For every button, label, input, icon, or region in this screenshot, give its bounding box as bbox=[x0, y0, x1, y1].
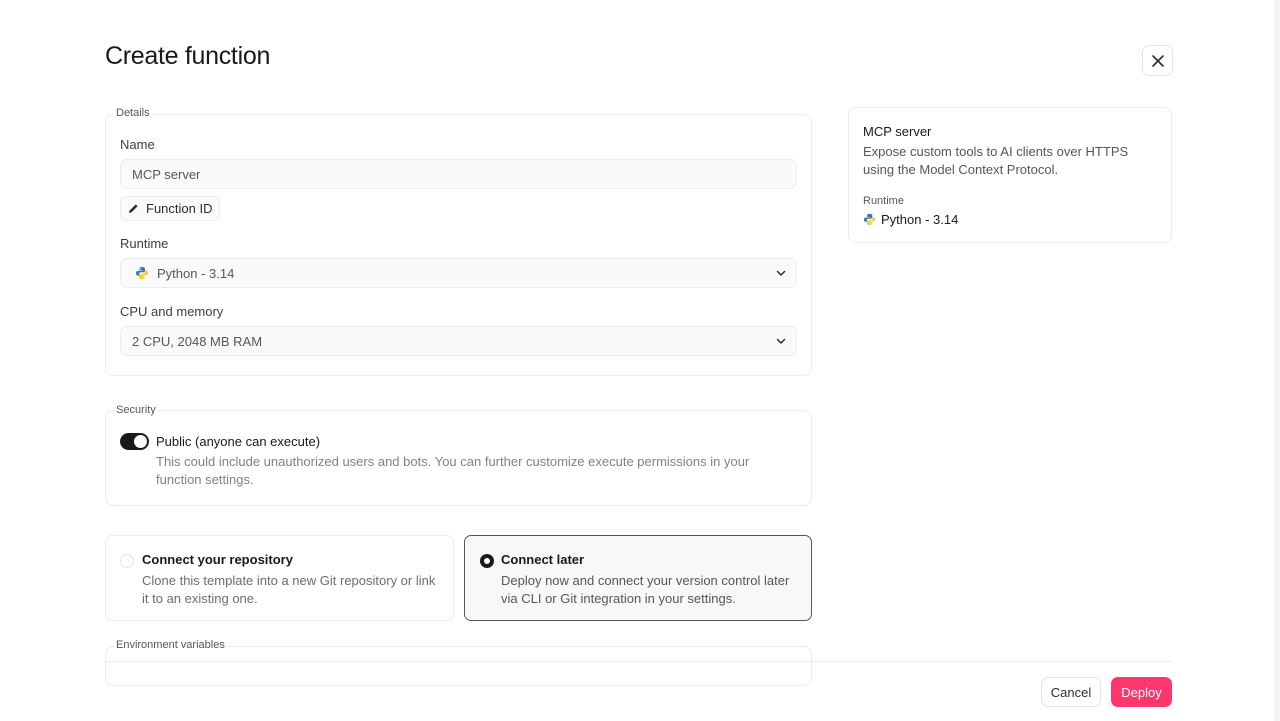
page-scrollbar[interactable] bbox=[1274, 0, 1280, 721]
summary-runtime-label: Runtime bbox=[863, 195, 904, 207]
runtime-value: Python - 3.14 bbox=[157, 265, 235, 281]
footer-divider bbox=[105, 661, 1172, 662]
public-label: Public (anyone can execute) bbox=[156, 434, 321, 449]
python-icon bbox=[136, 267, 148, 279]
function-id-label: Function ID bbox=[146, 201, 213, 216]
runtime-select[interactable]: Python - 3.14 bbox=[120, 258, 797, 288]
summary-description: Expose custom tools to AI clients over H… bbox=[863, 144, 1129, 177]
name-label: Name bbox=[120, 137, 155, 152]
name-input[interactable]: MCP server bbox=[120, 159, 797, 189]
cpu-label: CPU and memory bbox=[120, 304, 224, 319]
function-id-button[interactable]: Function ID bbox=[120, 196, 221, 221]
summary-runtime: Python - 3.14 bbox=[863, 212, 958, 227]
connect-repository-card[interactable]: Connect your repository Clone this templ… bbox=[105, 535, 454, 621]
security-legend: Security bbox=[114, 404, 158, 416]
close-icon bbox=[1151, 54, 1164, 67]
environment-variables-legend: Environment variables bbox=[114, 639, 227, 651]
public-description: This could include unauthorized users an… bbox=[156, 454, 750, 487]
deploy-button[interactable]: Deploy bbox=[1111, 677, 1172, 707]
details-legend: Details bbox=[114, 107, 152, 119]
summary-title: MCP server bbox=[863, 124, 932, 139]
cpu-select[interactable]: 2 CPU, 2048 MB RAM bbox=[120, 326, 797, 356]
pencil-icon bbox=[129, 204, 138, 213]
public-toggle[interactable] bbox=[120, 433, 149, 450]
connect-later-description: Deploy now and connect your version cont… bbox=[501, 573, 790, 606]
repository-title: Connect your repository bbox=[142, 552, 293, 567]
cancel-button[interactable]: Cancel bbox=[1041, 677, 1101, 707]
page-title: Create function bbox=[105, 42, 271, 70]
environment-variables-section bbox=[105, 646, 812, 686]
cpu-value: 2 CPU, 2048 MB RAM bbox=[132, 333, 263, 349]
toggle-knob bbox=[134, 435, 147, 448]
chevron-down-icon bbox=[776, 338, 786, 344]
connect-later-radio[interactable] bbox=[480, 554, 494, 568]
python-icon bbox=[863, 213, 876, 226]
template-summary-card: MCP server Expose custom tools to AI cli… bbox=[848, 107, 1172, 243]
chevron-down-icon bbox=[776, 270, 786, 276]
close-button[interactable] bbox=[1142, 45, 1173, 76]
runtime-label: Runtime bbox=[120, 236, 169, 251]
repository-radio[interactable] bbox=[120, 554, 134, 568]
repository-description: Clone this template into a new Git repos… bbox=[142, 573, 436, 606]
summary-runtime-value: Python - 3.14 bbox=[881, 212, 959, 227]
connect-later-card[interactable]: Connect later Deploy now and connect you… bbox=[464, 535, 812, 621]
connect-later-title: Connect later bbox=[501, 552, 585, 567]
